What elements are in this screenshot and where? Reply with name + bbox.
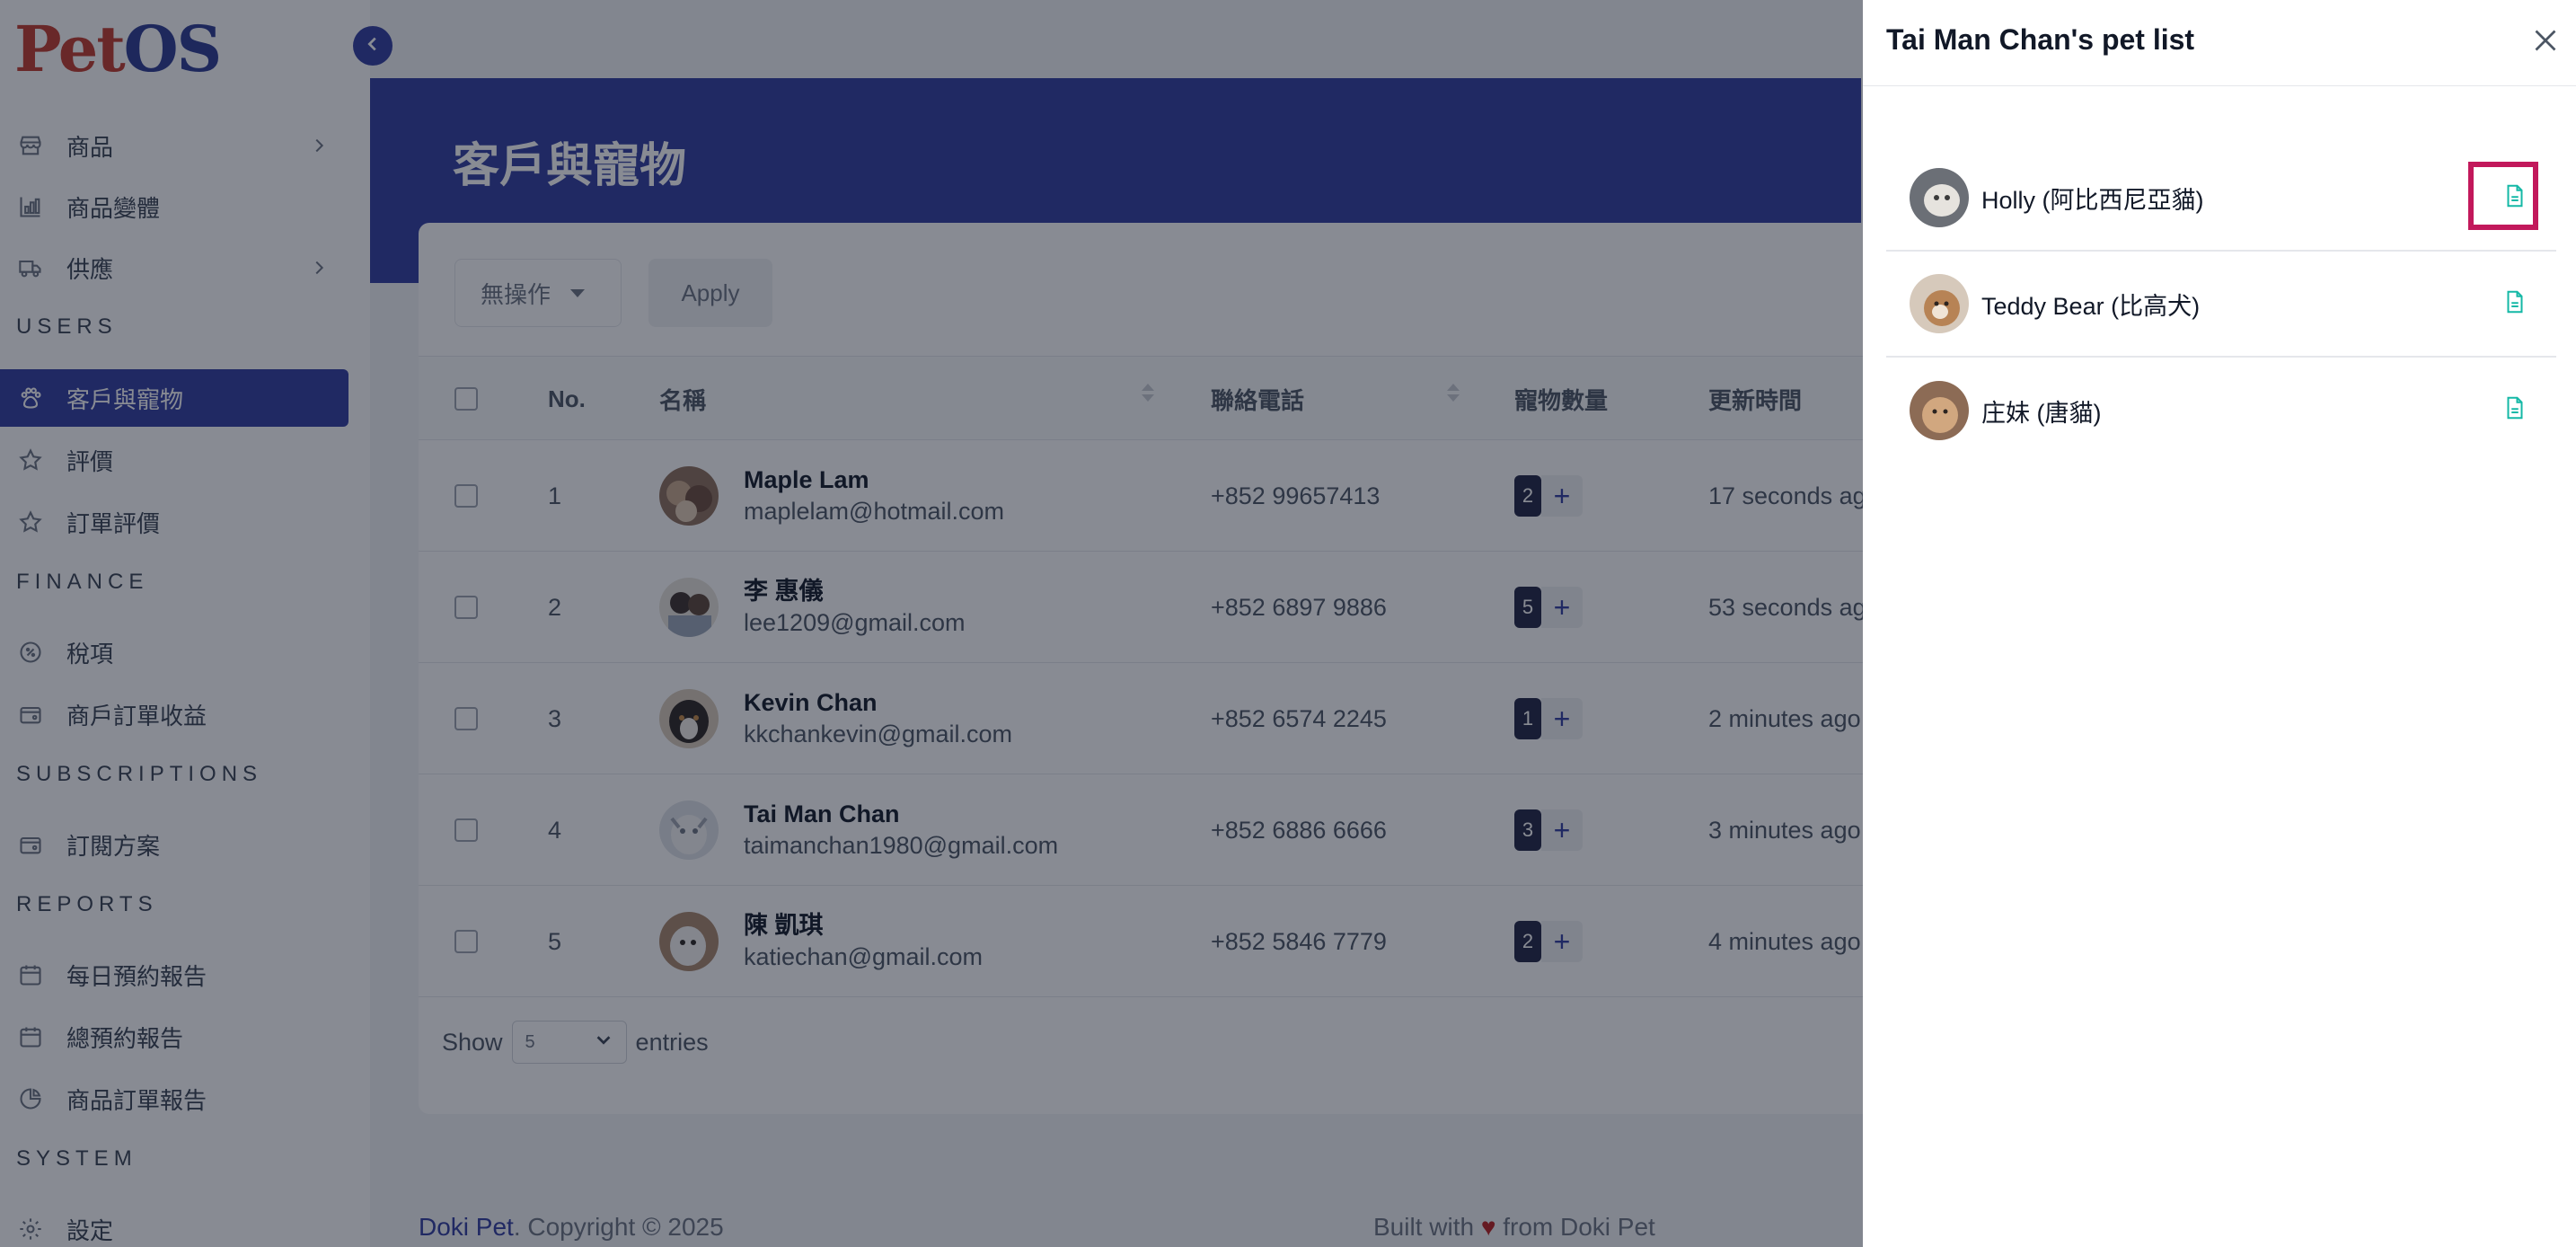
modal-backdrop[interactable]: [0, 0, 1863, 1247]
pet-record-button[interactable]: [2497, 286, 2533, 322]
document-icon: [2501, 393, 2528, 428]
pet-name: 庄妹 (唐貓): [1981, 399, 2102, 427]
pet-list-item: Teddy Bear (比高犬): [1886, 252, 2556, 358]
close-button[interactable]: [2529, 24, 2562, 57]
pet-name: Holly (阿比西尼亞貓): [1981, 186, 2204, 214]
drawer-title: Tai Man Chan's pet list: [1886, 23, 2195, 56]
pet-name: Teddy Bear (比高犬): [1981, 292, 2201, 320]
document-icon: [2501, 287, 2528, 322]
pet-record-button[interactable]: [2497, 392, 2533, 428]
close-icon: [2529, 30, 2562, 60]
pet-avatar: [1910, 381, 1969, 440]
pet-avatar: [1910, 168, 1969, 227]
highlight-box: [2468, 162, 2538, 230]
pet-list-item: Holly (阿比西尼亞貓): [1886, 146, 2556, 252]
pet-list-item: 庄妹 (唐貓): [1886, 358, 2556, 464]
pet-avatar: [1910, 274, 1969, 333]
drawer-header: Tai Man Chan's pet list: [1863, 0, 2576, 86]
